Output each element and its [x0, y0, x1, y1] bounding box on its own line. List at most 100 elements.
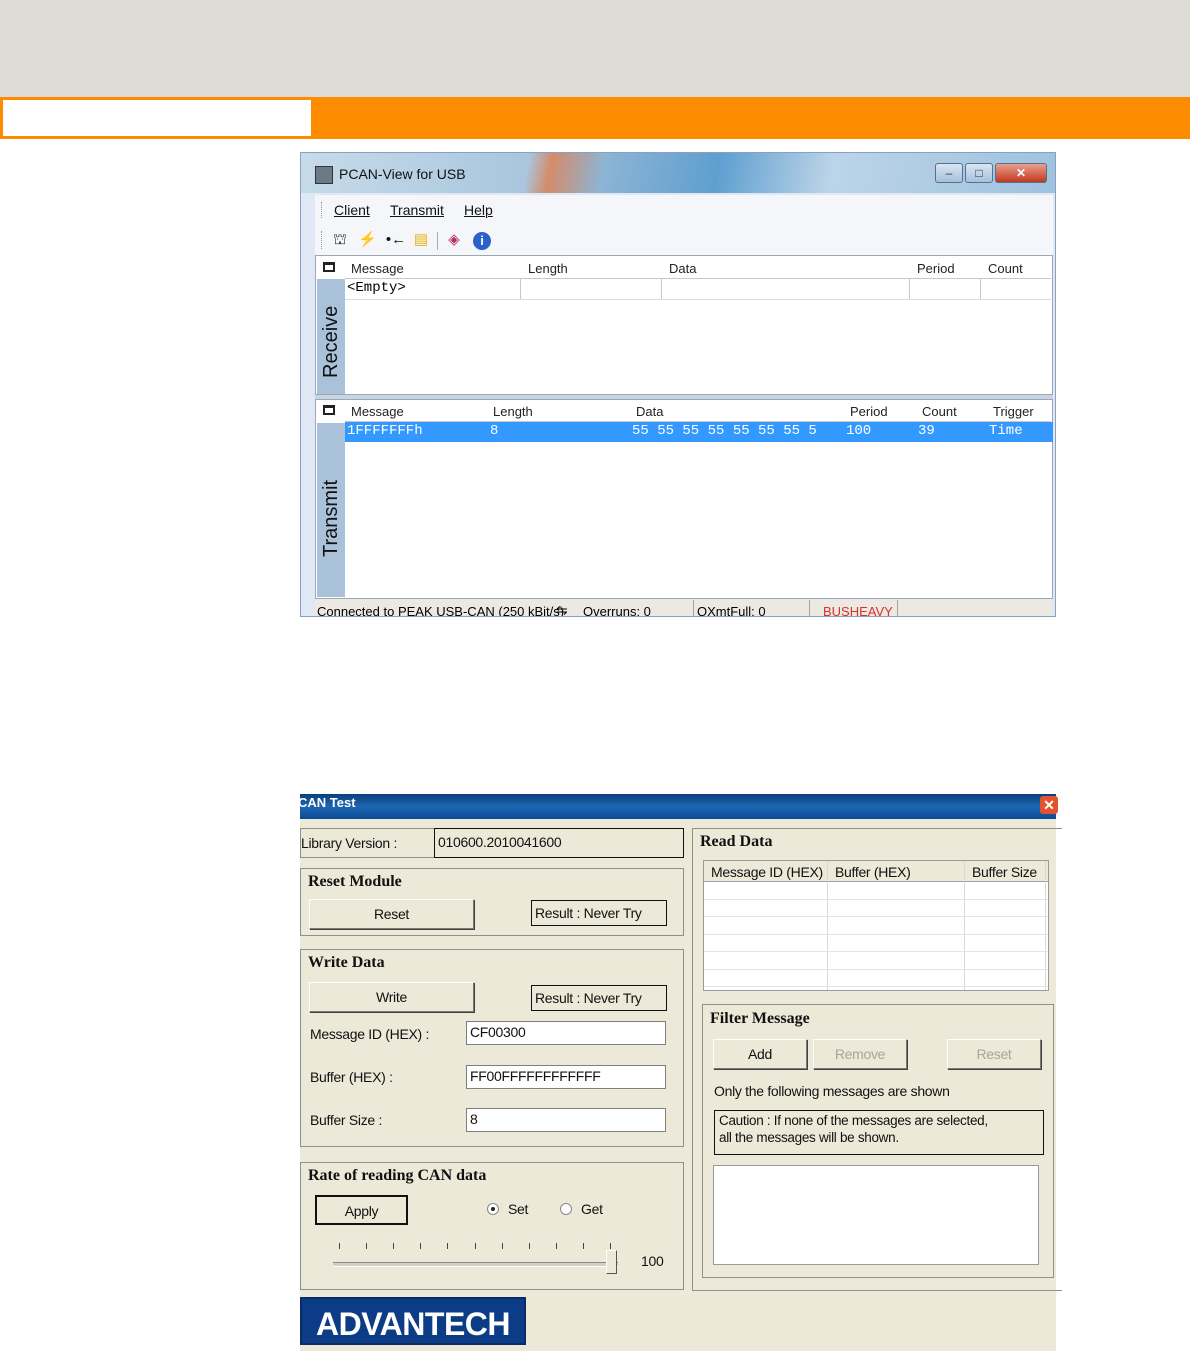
apply-button[interactable]: Apply: [315, 1195, 408, 1225]
transmit-row-trigger: Time: [989, 423, 1023, 439]
pcan-view-window: PCAN-View for USB – □ ✕ Client Transmit …: [300, 152, 1056, 617]
buffer-hex-label: Buffer (HEX) :: [310, 1069, 393, 1085]
read-col-buffer-size[interactable]: Buffer Size: [972, 864, 1037, 880]
transmit-col-data[interactable]: Data: [636, 404, 663, 419]
transmit-row-period: 100: [846, 423, 872, 439]
receive-col-data[interactable]: Data: [669, 261, 696, 276]
maximize-button[interactable]: □: [965, 163, 993, 183]
page-header-band: [0, 0, 1190, 97]
get-radio-label: Get: [581, 1201, 603, 1217]
book-icon[interactable]: ◈: [446, 232, 462, 248]
set-radio[interactable]: [487, 1203, 499, 1215]
status-overruns: Overruns: 0: [583, 604, 651, 617]
transmit-label: Transmit: [320, 479, 342, 557]
transmit-arrow-icon[interactable]: •←: [385, 232, 407, 248]
can-test-title: CAN Test: [298, 795, 356, 810]
write-data-title: Write Data: [308, 954, 385, 971]
slider-tick: [610, 1243, 611, 1249]
connect-icon[interactable]: ⛫: [332, 232, 348, 248]
slider-tick: [583, 1243, 584, 1249]
transmit-row-length: 8: [490, 423, 499, 439]
receive-label: Receive: [320, 305, 342, 378]
transmit-col-count[interactable]: Count: [922, 404, 957, 419]
slider-tick: [339, 1243, 340, 1249]
advantech-logo: ADVANTECH: [300, 1297, 526, 1345]
read-data-row-line: [704, 986, 1048, 987]
add-filter-button[interactable]: Add: [713, 1039, 807, 1069]
slider-tick: [502, 1243, 503, 1249]
pcan-window-title: PCAN-View for USB: [339, 166, 466, 182]
read-data-row-line: [704, 968, 1048, 970]
receive-col-message[interactable]: Message: [351, 261, 404, 276]
read-data-row-line: [704, 951, 1048, 952]
menu-transmit[interactable]: Transmit: [390, 202, 444, 218]
slider-tick: [529, 1243, 530, 1249]
buffer-size-label: Buffer Size :: [310, 1112, 383, 1128]
status-bus-state: BUSHEAVY: [823, 604, 893, 617]
receive-row-line: [345, 299, 1051, 300]
buffer-hex-field[interactable]: FF00FFFFFFFFFFFF: [466, 1065, 666, 1089]
receive-window-icon[interactable]: [323, 262, 335, 272]
folder-icon[interactable]: ▤: [413, 232, 429, 248]
menu-client[interactable]: Client: [334, 202, 370, 218]
slider-tick: [447, 1243, 448, 1249]
receive-col-count[interactable]: Count: [988, 261, 1023, 276]
transmit-col-period[interactable]: Period: [850, 404, 888, 419]
filter-caution-line1: Caution : If none of the messages are se…: [719, 1113, 988, 1128]
info-icon[interactable]: i: [473, 232, 491, 250]
transmit-col-length[interactable]: Length: [493, 404, 533, 419]
lightning-icon[interactable]: ⚡: [358, 232, 377, 248]
rate-slider-thumb[interactable]: [606, 1250, 617, 1274]
set-radio-label: Set: [508, 1201, 529, 1217]
reset-button[interactable]: Reset: [309, 899, 474, 929]
reset-result: Result : Never Try: [531, 900, 667, 926]
pane-splitter[interactable]: [315, 394, 1053, 400]
receive-col-period[interactable]: Period: [917, 261, 955, 276]
get-radio[interactable]: [560, 1203, 572, 1215]
transmit-col-trigger[interactable]: Trigger: [993, 404, 1034, 419]
slider-tick: [393, 1243, 394, 1249]
message-id-field[interactable]: CF00300: [466, 1021, 666, 1045]
usb-icon: ⇋: [556, 602, 568, 617]
toolbar-grip: [321, 231, 324, 249]
read-data-title: Read Data: [700, 833, 773, 850]
read-col-message-id[interactable]: Message ID (HEX): [711, 864, 823, 880]
read-data-row-line: [704, 916, 1048, 917]
minimize-button[interactable]: –: [935, 163, 963, 183]
status-separator: [693, 600, 694, 616]
filter-list[interactable]: [713, 1165, 1039, 1265]
status-separator: [897, 600, 898, 616]
receive-col-line: [661, 279, 662, 299]
transmit-col-message[interactable]: Message: [351, 404, 404, 419]
receive-header-line: [345, 278, 1051, 279]
receive-col-line: [980, 279, 981, 299]
transmit-row-message: 1FFFFFFFh: [347, 423, 423, 439]
status-separator: [809, 600, 810, 616]
write-result: Result : Never Try: [531, 985, 667, 1011]
toolbar-separator: [437, 232, 438, 250]
reset-filter-button[interactable]: Reset: [947, 1039, 1041, 1069]
write-button[interactable]: Write: [309, 982, 474, 1012]
read-col-buffer[interactable]: Buffer (HEX): [835, 864, 911, 880]
read-col-line: [827, 861, 828, 990]
rate-slider-track[interactable]: [333, 1262, 618, 1267]
pcan-app-icon: [315, 166, 333, 184]
slider-tick: [420, 1243, 421, 1249]
status-connection: Connected to PEAK USB-CAN (250 kBit/s): [317, 604, 565, 617]
can-test-title-bar[interactable]: [300, 794, 1056, 819]
rate-title: Rate of reading CAN data: [308, 1167, 487, 1184]
close-icon[interactable]: ✕: [1040, 796, 1058, 814]
slider-tick: [475, 1243, 476, 1249]
transmit-window-icon[interactable]: [323, 405, 335, 415]
buffer-size-field[interactable]: 8: [466, 1108, 666, 1132]
remove-filter-button[interactable]: Remove: [813, 1039, 907, 1069]
menu-help[interactable]: Help: [464, 202, 493, 218]
receive-col-length[interactable]: Length: [528, 261, 568, 276]
page-orange-bar-box: [3, 100, 311, 136]
receive-col-line: [520, 279, 521, 299]
receive-col-line: [909, 279, 910, 299]
receive-row-message[interactable]: <Empty>: [347, 280, 406, 296]
read-data-row-line: [704, 898, 1048, 900]
menu-grip: [321, 202, 324, 218]
close-button[interactable]: ✕: [995, 163, 1047, 183]
